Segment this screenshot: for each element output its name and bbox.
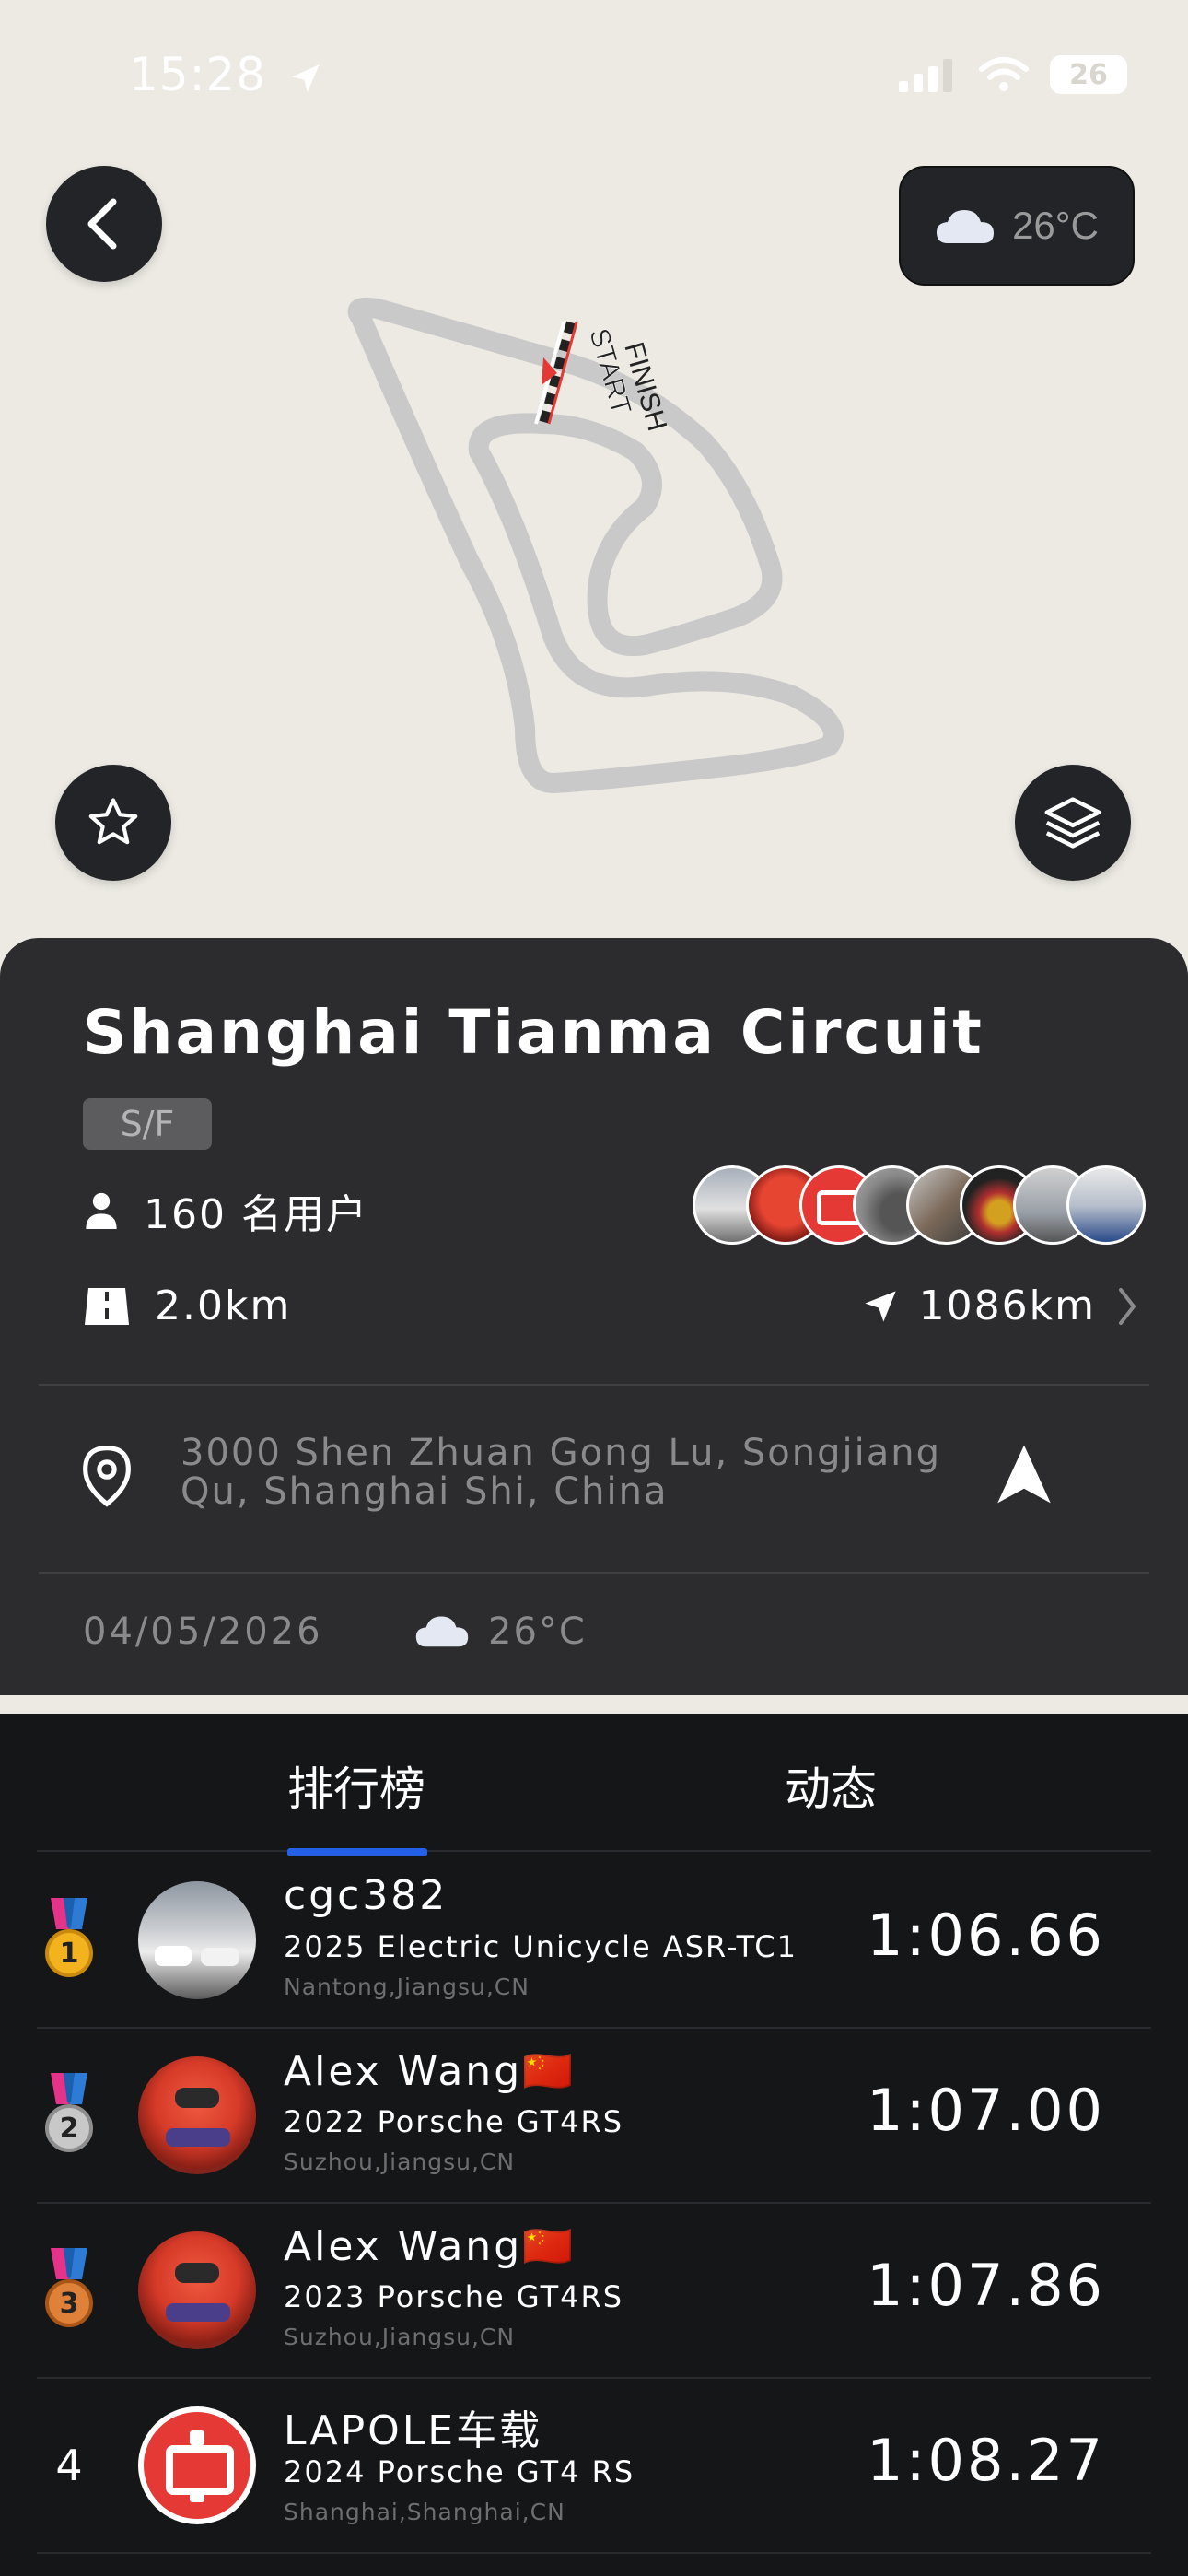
leaderboard-row[interactable]: 1 cgc382 2025 Electric Unicycle ASR-TC1 …: [37, 1854, 1151, 2029]
avatar: [138, 2231, 256, 2349]
racer-name: Alex Wang🇨🇳: [284, 2223, 576, 2270]
track-address: 3000 Shen Zhuan Gong Lu, Songjiang Qu, S…: [181, 1432, 941, 1513]
track-length-row: 2.0km: [83, 1282, 291, 1329]
weather-button[interactable]: 26°C: [899, 166, 1135, 286]
racer-car: 2023 Porsche GT4RS: [284, 2279, 624, 2314]
leaderboard-row[interactable]: 2 Alex Wang🇨🇳 2022 Porsche GT4RS Suzhou,…: [37, 2029, 1151, 2204]
session-temperature: 26°C: [488, 1610, 587, 1653]
user-avatar-stack[interactable]: [693, 1165, 1160, 1245]
weather-temperature: 26°C: [1012, 204, 1099, 247]
sf-badge: S/F: [83, 1098, 212, 1150]
racer-location: Shanghai,Shanghai,CN: [284, 2499, 565, 2525]
tab-leaderboard[interactable]: 排行榜: [287, 1752, 425, 1819]
session-date: 04/05/2026: [83, 1610, 323, 1653]
medal-number: 2: [60, 2113, 79, 2145]
track-outline: [347, 297, 844, 793]
avatar: [138, 1881, 256, 1999]
person-icon: [86, 1192, 117, 1229]
rank-number: 4: [55, 2441, 83, 2490]
users-row[interactable]: 160 名用户: [83, 1181, 368, 1240]
back-button[interactable]: [46, 166, 162, 282]
user-count: 160 名用户: [144, 1191, 368, 1238]
layers-icon: [1044, 797, 1101, 849]
chevron-right-icon: [1119, 1287, 1136, 1325]
medal-number: 1: [60, 1938, 79, 1970]
gold-medal-icon: 1: [37, 1854, 101, 2027]
layers-button[interactable]: [1015, 765, 1131, 881]
distance-row[interactable]: 1086km: [862, 1282, 1138, 1329]
track-length: 2.0km: [155, 1282, 292, 1329]
star-icon: [88, 798, 138, 845]
track-map[interactable]: START FINISH: [0, 0, 1188, 940]
lap-time: 1:08.27: [867, 2427, 1105, 2494]
avatar: [138, 2406, 256, 2524]
lap-time: 1:07.86: [867, 2252, 1105, 2319]
navigation-icon: [997, 1445, 1051, 1504]
tab-feed[interactable]: 动态: [785, 1752, 877, 1819]
location-pin-icon: [83, 1446, 131, 1507]
bronze-medal-icon: 3: [37, 2204, 101, 2377]
racer-name: LAPOLE车载: [284, 2407, 543, 2454]
navigate-button[interactable]: [995, 1443, 1054, 1509]
racer-car: 2025 Electric Unicycle ASR-TC1: [284, 1929, 798, 1964]
road-icon: [85, 1287, 129, 1325]
racer-location: Suzhou,Jiangsu,CN: [284, 2149, 516, 2175]
tab-divider: [37, 1850, 1151, 1852]
chevron-left-icon: [87, 198, 117, 250]
racer-name: Alex Wang🇨🇳: [284, 2048, 576, 2095]
divider: [39, 1384, 1149, 1386]
divider: [39, 1572, 1149, 1574]
distance-to-track: 1086km: [918, 1282, 1096, 1329]
leaderboard-row[interactable]: 3 Alex Wang🇨🇳 2023 Porsche GT4RS Suzhou,…: [37, 2204, 1151, 2379]
silver-medal-icon: 2: [37, 2029, 101, 2202]
track-name: Shanghai Tianma Circuit: [83, 997, 984, 1068]
leaderboard-row[interactable]: 4 LAPOLE车载 2024 Porsche GT4 RS Shanghai,…: [37, 2379, 1151, 2554]
racer-location: Suzhou,Jiangsu,CN: [284, 2324, 516, 2350]
racer-location: Nantong,Jiangsu,CN: [284, 1973, 530, 2000]
racer-car: 2024 Porsche GT4 RS: [284, 2454, 635, 2489]
lap-time: 1:07.00: [867, 2077, 1105, 2144]
avatar: [138, 2056, 256, 2174]
racer-car: 2022 Porsche GT4RS: [284, 2104, 624, 2139]
racer-name: cgc382: [284, 1872, 448, 1919]
navigation-arrow-icon: [865, 1290, 896, 1322]
medal-number: 3: [60, 2288, 79, 2320]
favorite-button[interactable]: [55, 765, 171, 881]
cloud-icon: [937, 210, 995, 243]
lap-time: 1:06.66: [867, 1902, 1105, 1969]
cloud-icon: [415, 1616, 469, 1647]
avatar: [1066, 1165, 1146, 1245]
